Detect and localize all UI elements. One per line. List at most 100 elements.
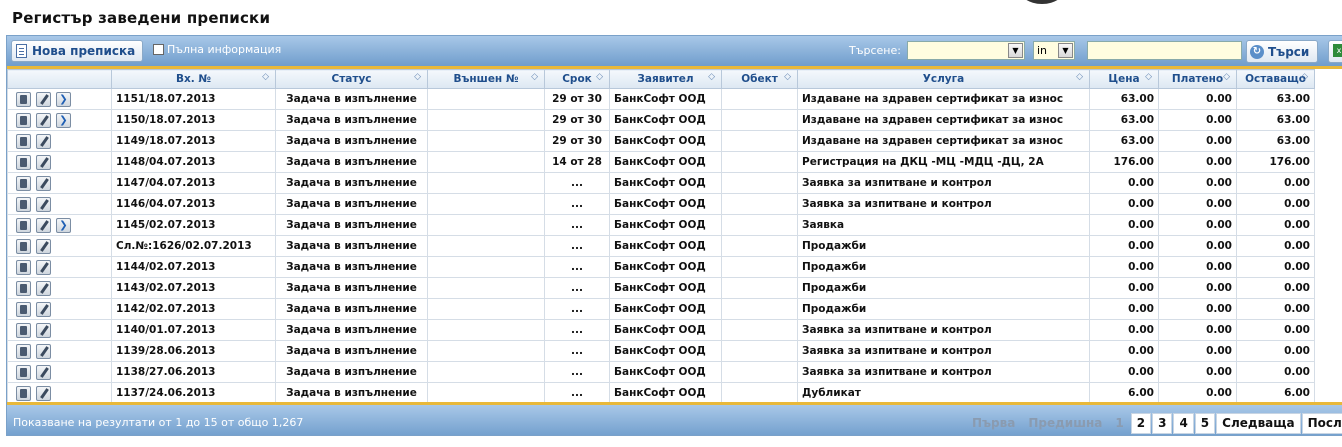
first-page-button[interactable]: Първа — [966, 413, 1021, 434]
column-status[interactable]: Статус ◇ — [275, 69, 428, 89]
full-info-checkbox[interactable] — [153, 44, 164, 55]
book-icon[interactable] — [16, 385, 31, 401]
page-button-2[interactable]: 2 — [1130, 413, 1152, 434]
next-page-button[interactable]: Следваща — [1216, 413, 1301, 434]
pencil-icon[interactable] — [36, 196, 51, 212]
cell-deadline: ... — [544, 277, 610, 299]
column-applicant[interactable]: Заявител ◇ — [609, 69, 722, 89]
cell-object — [721, 319, 798, 341]
cell-paid: 0.00 — [1158, 109, 1237, 131]
book-icon[interactable] — [16, 112, 31, 128]
book-icon[interactable] — [16, 238, 31, 254]
cell-applicant: БанкСофт ООД — [609, 214, 722, 236]
page-button-4[interactable]: 4 — [1173, 413, 1194, 434]
arrow-right-icon[interactable]: ❯ — [56, 112, 71, 128]
cell-remaining: 0.00 — [1236, 277, 1315, 299]
cell-paid: 0.00 — [1158, 319, 1237, 341]
pencil-icon[interactable] — [36, 343, 51, 359]
book-icon[interactable] — [16, 280, 31, 296]
page-button-1[interactable]: 1 — [1109, 413, 1129, 434]
pencil-icon[interactable] — [36, 385, 51, 401]
pencil-icon[interactable] — [36, 112, 51, 128]
pencil-icon[interactable] — [36, 133, 51, 149]
arrow-right-icon[interactable]: ❯ — [56, 91, 71, 107]
table-row[interactable]: 1137/24.06.2013 Задача в изпълнение... Бан… — [7, 382, 1315, 404]
chevron-down-icon: ▼ — [1058, 43, 1073, 58]
page-button-3[interactable]: 3 — [1152, 413, 1173, 434]
book-icon[interactable] — [16, 343, 31, 359]
table-row[interactable]: ❯ 1150/18.07.2013 Задача в изпълнение 29 от… — [7, 109, 1315, 131]
table-row[interactable]: ❯ 1151/18.07.2013 Задача в изпълнение 29 от… — [7, 88, 1315, 110]
search-button[interactable]: ↻ Търси — [1246, 40, 1319, 63]
pencil-icon[interactable] — [36, 154, 51, 170]
pencil-icon[interactable] — [36, 91, 51, 107]
pencil-icon[interactable] — [36, 364, 51, 380]
sort-icon: ◇ — [531, 72, 538, 82]
book-icon[interactable] — [16, 175, 31, 191]
pencil-icon[interactable] — [36, 238, 51, 254]
book-icon[interactable] — [16, 364, 31, 380]
table-row[interactable]: 1138/27.06.2013 Задача в изпълнение... Бан… — [7, 361, 1315, 383]
book-icon[interactable] — [16, 133, 31, 149]
column-service[interactable]: Услуга ◇ — [797, 69, 1090, 89]
column-external-no[interactable]: Външен № ◇ — [427, 69, 545, 89]
book-icon[interactable] — [16, 301, 31, 317]
column-remaining[interactable]: Оставащо ◇ — [1236, 69, 1315, 89]
pencil-icon[interactable] — [36, 259, 51, 275]
table-row[interactable]: 1143/02.07.2013 Задача в изпълнение... Бан… — [7, 277, 1315, 299]
table-row[interactable]: 1146/04.07.2013 Задача в изпълнение... Бан… — [7, 193, 1315, 215]
table-row[interactable]: 1148/04.07.2013 Задача в изпълнение 14 от … — [7, 151, 1315, 173]
cell-incoming-no: 1149/18.07.2013 — [111, 130, 276, 152]
book-icon[interactable] — [16, 154, 31, 170]
search-mode-select[interactable]: in ▼ — [1033, 41, 1075, 60]
column-deadline[interactable]: Срок ◇ — [544, 69, 610, 89]
arrow-right-icon[interactable]: ❯ — [56, 217, 71, 233]
table-row[interactable]: 1149/18.07.2013 Задача в изпълнение 29 от … — [7, 130, 1315, 152]
pencil-icon[interactable] — [36, 217, 51, 233]
previous-page-button[interactable]: Предишна — [1022, 413, 1108, 434]
export-excel-button[interactable]: x — [1328, 40, 1342, 63]
search-field-select[interactable]: ▼ — [907, 41, 1025, 60]
page-button-5[interactable]: 5 — [1194, 413, 1216, 434]
table-row[interactable]: 1147/04.07.2013 Задача в изпълнение... Бан… — [7, 172, 1315, 194]
book-icon[interactable] — [16, 196, 31, 212]
cell-incoming-no: 1147/04.07.2013 — [111, 172, 276, 194]
table-row[interactable]: 1140/01.07.2013 Задача в изпълнение... Бан… — [7, 319, 1315, 341]
column-incoming-no[interactable]: Вх. № ◇ — [111, 69, 276, 89]
pencil-icon[interactable] — [36, 301, 51, 317]
column-object[interactable]: Обект ◇ — [721, 69, 798, 89]
last-page-button[interactable]: Последна — [1301, 413, 1342, 434]
cell-paid: 0.00 — [1158, 340, 1237, 362]
cell-paid: 0.00 — [1158, 235, 1237, 257]
book-icon[interactable] — [16, 91, 31, 107]
table-row[interactable]: ❯ 1145/02.07.2013 Задача в изпълнение... Ба… — [7, 214, 1315, 236]
cell-paid: 0.00 — [1158, 88, 1237, 110]
cell-deadline: 14 от 28 — [544, 151, 610, 173]
book-icon[interactable] — [16, 217, 31, 233]
cell-price: 0.00 — [1089, 256, 1159, 278]
column-paid[interactable]: Платено ◇ — [1158, 69, 1237, 89]
cell-object — [721, 382, 798, 404]
pencil-icon[interactable] — [36, 322, 51, 338]
cell-status: Задача в изпълнение — [275, 382, 428, 404]
new-case-button[interactable]: Нова преписка — [11, 40, 144, 62]
table-row[interactable]: 1142/02.07.2013 Задача в изпълнение... Бан… — [7, 298, 1315, 320]
pencil-icon[interactable] — [36, 175, 51, 191]
column-price[interactable]: Цена ◇ — [1089, 69, 1159, 89]
table-row[interactable]: 1139/28.06.2013 Задача в изпълнение... Бан… — [7, 340, 1315, 362]
cell-remaining: 6.00 — [1236, 382, 1315, 404]
sort-icon: ◇ — [1301, 72, 1308, 82]
book-icon[interactable] — [16, 322, 31, 338]
search-button-label: Търси — [1268, 44, 1310, 59]
book-icon[interactable] — [16, 259, 31, 275]
pencil-icon[interactable] — [36, 280, 51, 296]
cell-service: Дубликат — [797, 382, 1090, 404]
full-info-toggle[interactable]: Пълна информация — [153, 43, 281, 56]
cell-applicant: БанкСофт ООД — [609, 130, 722, 152]
cell-service: Заявка за изпитване и контрол — [797, 172, 1090, 194]
table-row[interactable]: Сл.№:1626/02.07.2013 Задача в изпълнение.… — [7, 235, 1315, 257]
cell-paid: 0.00 — [1158, 130, 1237, 152]
table-row[interactable]: 1144/02.07.2013 Задача в изпълнение... Бан… — [7, 256, 1315, 278]
search-input[interactable] — [1087, 41, 1242, 60]
cell-remaining: 0.00 — [1236, 193, 1315, 215]
